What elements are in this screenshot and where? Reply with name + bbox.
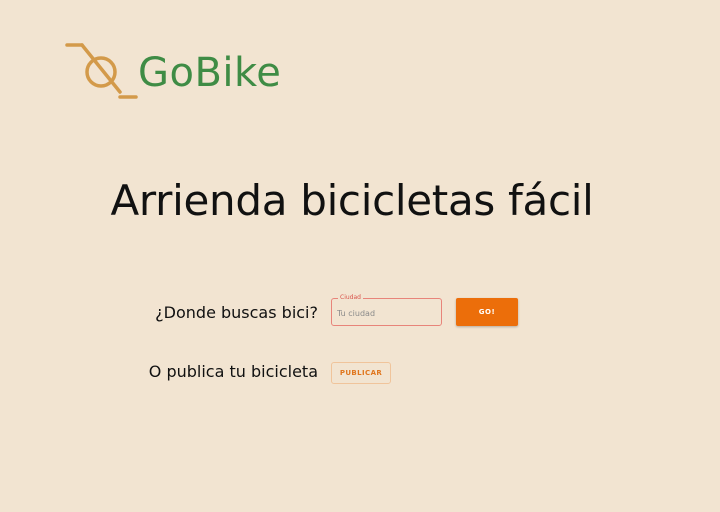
publish-prompt: O publica tu bicicleta (148, 362, 318, 381)
city-input[interactable] (337, 306, 437, 320)
city-field[interactable]: Ciudad (331, 293, 442, 326)
brand-logo[interactable]: GoBike (64, 40, 281, 102)
page-title: Arrienda bicicletas fácil (110, 176, 594, 225)
city-field-label: Ciudad (338, 293, 363, 303)
brand-name: GoBike (138, 50, 282, 96)
search-prompt: ¿Donde buscas bici? (155, 303, 318, 322)
bike-logo-icon (65, 43, 138, 99)
publish-button[interactable]: PUBLICAR (331, 362, 391, 384)
go-button[interactable]: GO! (456, 298, 518, 326)
